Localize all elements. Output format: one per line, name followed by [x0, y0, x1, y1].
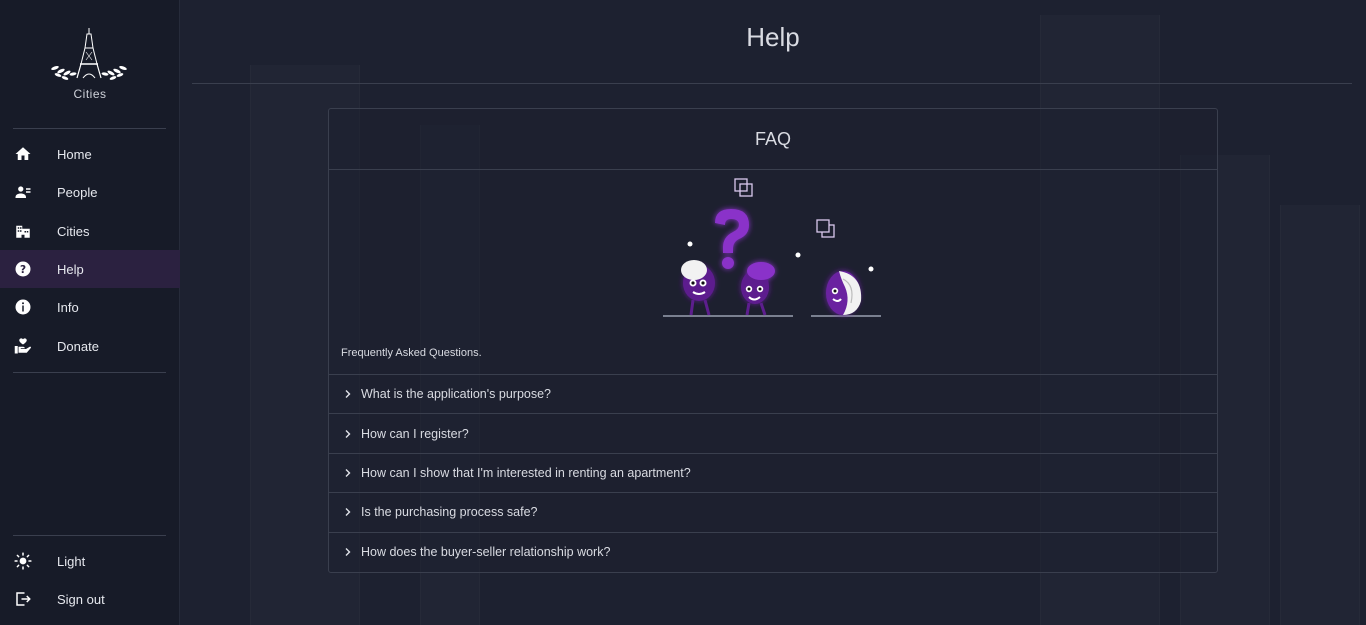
sign-out-label: Sign out — [57, 591, 105, 607]
faq-question: How does the buyer-seller relationship w… — [361, 545, 611, 560]
faq-item[interactable]: How can I register? — [329, 414, 1217, 454]
sidebar-item-label: Info — [57, 299, 79, 315]
sidebar-divider-top — [13, 128, 166, 129]
sidebar-item-label: Home — [57, 146, 92, 162]
sidebar-divider-middle — [13, 372, 166, 373]
faq-illustration — [663, 175, 885, 323]
sidebar-item-label: Help — [57, 261, 84, 277]
faq-question: How can I register? — [361, 426, 469, 441]
sidebar-item-label: Cities — [57, 223, 90, 239]
faq-item[interactable]: What is the application's purpose? — [329, 375, 1217, 415]
faq-card: FAQ Frequently Asked Questions. What is … — [328, 108, 1218, 573]
faq-item[interactable]: How does the buyer-seller relationship w… — [329, 533, 1217, 572]
sidebar-item-people[interactable]: People — [0, 173, 180, 211]
sidebar-item-label: People — [57, 184, 98, 200]
chevron-right-icon — [343, 506, 355, 518]
faq-item[interactable]: Is the purchasing process safe? — [329, 493, 1217, 533]
faq-list: What is the application's purpose? How c… — [329, 374, 1217, 572]
chevron-right-icon — [343, 467, 355, 479]
sidebar-divider-bottom — [13, 535, 166, 536]
sidebar-item-cities[interactable]: Cities — [0, 212, 180, 250]
question-icon: ? — [13, 259, 33, 279]
sign-out-button[interactable]: Sign out — [0, 580, 180, 618]
sidebar: Cities Home People Cities ? Help Info Do… — [0, 0, 180, 625]
faq-question: How can I show that I'm interested in re… — [361, 465, 691, 480]
theme-toggle-light[interactable]: Light — [0, 542, 180, 580]
sidebar-item-home[interactable]: Home — [0, 135, 180, 173]
theme-toggle-label: Light — [57, 553, 86, 569]
svg-text:?: ? — [20, 264, 26, 276]
chevron-right-icon — [343, 428, 355, 440]
people-icon — [13, 182, 33, 202]
logo-text: Cities — [73, 87, 107, 101]
faq-question: What is the application's purpose? — [361, 387, 551, 402]
info-icon — [13, 297, 33, 317]
sidebar-item-info[interactable]: Info — [0, 288, 180, 326]
home-icon — [13, 144, 33, 164]
sidebar-item-label: Donate — [57, 338, 99, 354]
page-title: Help — [746, 22, 800, 52]
sidebar-item-donate[interactable]: Donate — [0, 327, 180, 365]
sidebar-item-help[interactable]: ? Help — [0, 250, 180, 288]
chevron-right-icon — [343, 546, 355, 558]
faq-question: Is the purchasing process safe? — [361, 505, 538, 520]
donate-icon — [13, 336, 33, 356]
faq-subtitle: Frequently Asked Questions. — [341, 347, 482, 359]
faq-title: FAQ — [329, 109, 1217, 170]
chevron-right-icon — [343, 388, 355, 400]
sun-icon — [13, 551, 33, 571]
faq-item[interactable]: How can I show that I'm interested in re… — [329, 454, 1217, 494]
title-divider — [192, 83, 1352, 84]
sign-out-icon — [13, 589, 33, 609]
building-icon — [13, 221, 33, 241]
